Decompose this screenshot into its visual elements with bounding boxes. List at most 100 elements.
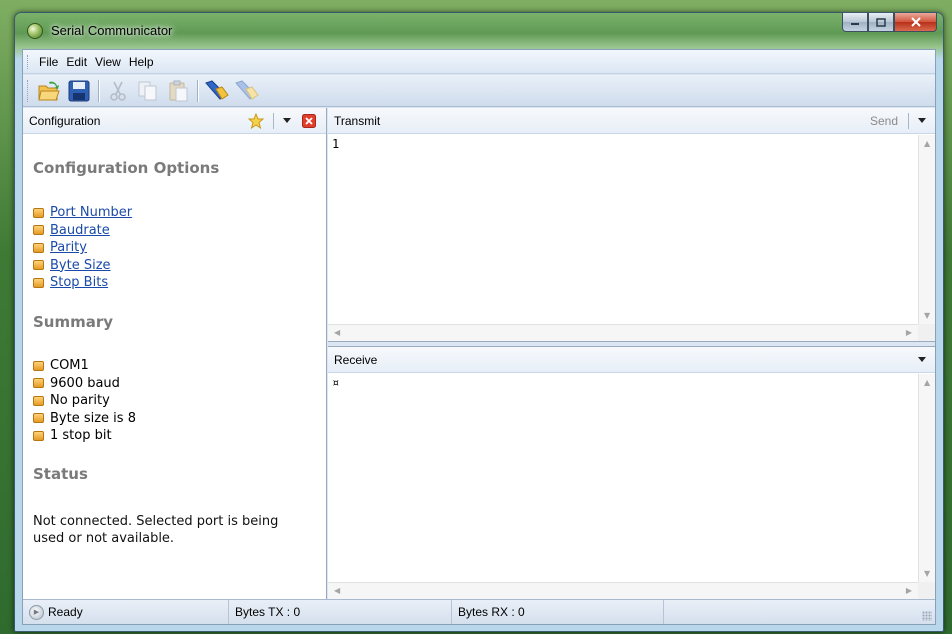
parity-link[interactable]: Parity — [50, 239, 87, 257]
bullet-icon — [33, 225, 44, 236]
save-button[interactable] — [66, 78, 92, 104]
window-title: Serial Communicator — [51, 23, 173, 38]
scroll-down-icon[interactable]: ▼ — [924, 569, 930, 578]
configuration-pane: Configuration Configuration Options Port… — [23, 108, 327, 599]
close-icon — [910, 17, 921, 27]
transmit-vertical-scrollbar[interactable]: ▲ ▼ — [918, 135, 935, 324]
scroll-up-icon[interactable]: ▲ — [924, 139, 930, 148]
list-item: 9600 baud — [33, 375, 136, 393]
bytes-tx-status: Bytes TX : 0 — [229, 600, 452, 624]
header-separator — [908, 112, 909, 129]
list-item: No parity — [33, 392, 136, 410]
favorite-button[interactable] — [247, 112, 265, 130]
list-item[interactable]: Parity — [33, 239, 132, 257]
cut-button[interactable] — [105, 78, 131, 104]
bullet-icon — [33, 360, 44, 371]
status-title: Status — [33, 465, 88, 483]
caption-buttons — [842, 13, 937, 33]
pane-close-button[interactable] — [300, 112, 318, 130]
save-icon — [68, 80, 90, 101]
receive-text-area[interactable]: ¤ — [328, 374, 918, 582]
open-folder-icon — [38, 81, 60, 100]
summary-parity: No parity — [50, 393, 110, 408]
paste-icon — [169, 80, 188, 101]
disconnect-button[interactable] — [234, 78, 260, 104]
disconnect-icon — [235, 79, 259, 100]
bullet-icon — [33, 277, 44, 288]
bytes-tx-text: Bytes TX : 0 — [235, 605, 301, 619]
star-icon — [248, 112, 264, 129]
baudrate-link[interactable]: Baudrate — [50, 222, 110, 240]
paste-button[interactable] — [165, 78, 191, 104]
connect-button[interactable] — [204, 78, 230, 104]
bytes-rx-status: Bytes RX : 0 — [452, 600, 664, 624]
scroll-left-icon[interactable]: ◀ — [334, 586, 340, 595]
bullet-icon — [33, 395, 44, 406]
cut-icon — [110, 81, 126, 101]
chevron-down-icon — [918, 357, 926, 362]
receive-vertical-scrollbar[interactable]: ▲ ▼ — [918, 374, 935, 582]
transmit-header: Transmit Send — [328, 108, 935, 134]
scroll-up-icon[interactable]: ▲ — [924, 378, 930, 387]
scroll-left-icon[interactable]: ◀ — [334, 328, 340, 337]
app-icon — [27, 23, 43, 39]
summary-stop-bit: 1 stop bit — [50, 428, 112, 443]
chevron-down-icon — [283, 118, 291, 123]
receive-dropdown-button[interactable] — [913, 351, 931, 369]
copy-icon — [138, 81, 157, 100]
close-button[interactable] — [894, 13, 937, 32]
minimize-icon — [851, 23, 859, 25]
header-separator — [273, 112, 274, 129]
menu-help[interactable]: Help — [125, 53, 158, 71]
summary-baud: 9600 baud — [50, 375, 120, 391]
title-bar[interactable]: Serial Communicator — [15, 13, 943, 49]
client-area: File Edit View Help Configuration Config… — [22, 49, 936, 625]
maximize-button[interactable] — [868, 13, 894, 32]
scroll-corner — [918, 582, 935, 599]
transmit-text-area[interactable]: 1 — [328, 135, 918, 324]
transmit-horizontal-scrollbar[interactable]: ◀ ▶ — [328, 324, 918, 341]
configuration-header: Configuration — [23, 108, 326, 134]
toolbar-separator — [98, 79, 99, 102]
bullet-icon — [33, 260, 44, 271]
transmit-dropdown-button[interactable] — [913, 112, 931, 130]
list-item[interactable]: Stop Bits — [33, 274, 132, 292]
stop-bits-link[interactable]: Stop Bits — [50, 274, 108, 292]
ready-status: ▶ Ready — [23, 600, 229, 624]
bullet-icon — [33, 413, 44, 424]
ready-icon: ▶ — [29, 604, 44, 620]
scroll-corner — [918, 324, 935, 341]
list-item[interactable]: Port Number — [33, 204, 132, 222]
configuration-options-title: Configuration Options — [33, 159, 220, 177]
minimize-button[interactable] — [842, 13, 868, 32]
pane-dropdown-button[interactable] — [278, 112, 296, 130]
menu-view[interactable]: View — [91, 53, 125, 71]
transmit-title: Transmit — [334, 113, 381, 128]
receive-title: Receive — [334, 352, 378, 367]
resize-grip[interactable] — [922, 611, 932, 621]
scroll-down-icon[interactable]: ▼ — [924, 311, 930, 320]
open-button[interactable] — [36, 78, 62, 104]
status-bar: ▶ Ready Bytes TX : 0 Bytes RX : 0 — [23, 599, 935, 624]
maximize-icon — [876, 17, 886, 27]
connect-icon — [205, 79, 229, 100]
byte-size-link[interactable]: Byte Size — [50, 257, 111, 275]
list-item[interactable]: Baudrate — [33, 222, 132, 240]
receive-panel: Receive ¤ ▲ ▼ ◀ ▶ — [328, 346, 935, 599]
chevron-down-icon — [918, 118, 926, 123]
scroll-right-icon[interactable]: ▶ — [906, 586, 912, 595]
copy-button[interactable] — [135, 78, 161, 104]
send-button[interactable]: Send — [864, 114, 904, 128]
receive-horizontal-scrollbar[interactable]: ◀ ▶ — [328, 582, 918, 599]
list-item[interactable]: Byte Size — [33, 257, 132, 275]
bullet-icon — [33, 378, 44, 389]
port-number-link[interactable]: Port Number — [50, 204, 132, 222]
menu-bar: File Edit View Help — [23, 50, 935, 74]
toolbar — [23, 75, 935, 107]
menu-edit[interactable]: Edit — [62, 53, 91, 71]
summary-list: COM1 9600 baud No parity Byte size is 8 … — [33, 357, 136, 445]
scroll-right-icon[interactable]: ▶ — [906, 328, 912, 337]
menu-file[interactable]: File — [35, 53, 62, 71]
configuration-body: Configuration Options Port Number Baudra… — [23, 135, 326, 599]
close-icon — [302, 113, 316, 128]
